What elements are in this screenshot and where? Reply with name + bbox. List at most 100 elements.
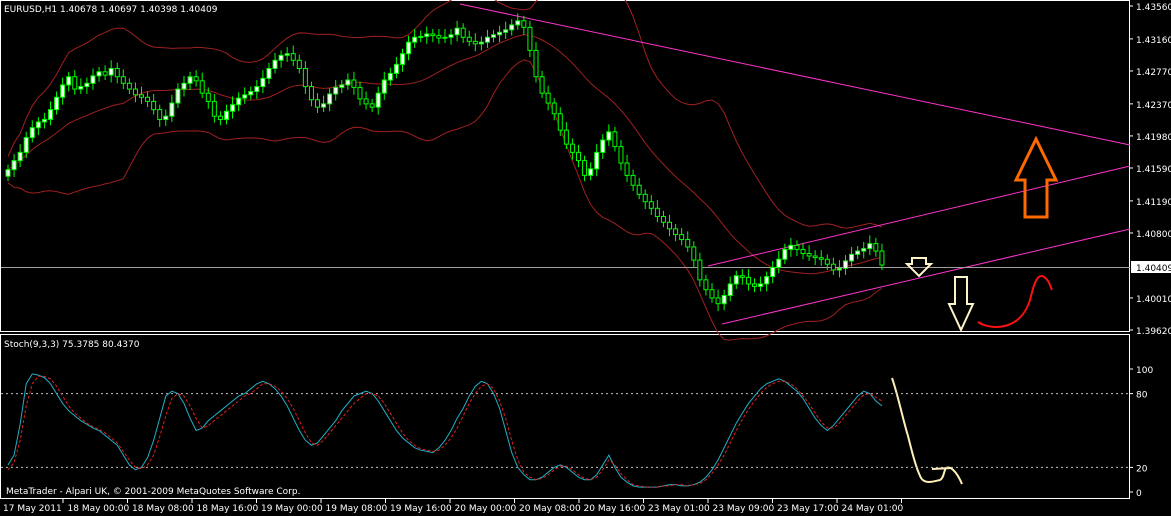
mt4-chart: 1.43560 1.43160 1.42770 1.42370 1.41980 1.415… [0,0,1171,516]
candle-body [145,96,151,102]
candle-body [618,146,624,164]
candle-body [181,82,187,90]
candle-body [545,92,551,104]
candle-body [879,250,885,266]
candle-body [211,100,217,117]
candle-body [90,75,96,84]
candle-body [794,244,800,250]
candle-body [66,76,72,86]
candle-body [867,243,873,250]
candle-body [764,276,770,285]
candle-body [466,36,472,42]
candle-body [242,94,248,99]
candle-body [72,76,78,90]
candle-body [472,40,478,45]
candle-body [406,41,412,55]
candle-body [861,248,867,252]
candle-body [751,283,757,287]
candle-body [533,49,539,78]
candle-body [806,253,812,257]
candle-body [800,248,806,255]
candle-body [387,72,393,81]
candle-body [733,275,739,285]
candle-body [351,79,357,88]
candle-body [430,33,436,37]
candle-body [102,71,108,76]
copyright-label: MetaTrader - Alpari UK, © 2001-2009 Meta… [6,487,300,497]
candle-body [636,184,642,195]
price-tick-label: 1.41980 [1136,133,1171,143]
candle-body [321,103,327,108]
price-tick-label: 1.39620 [1136,327,1171,337]
candle-body [442,36,448,39]
time-tick-label: 19 May 16:00 [390,504,452,514]
candle-body [873,243,879,252]
candle-body [855,250,861,255]
candle-body [151,100,157,111]
candle-body [691,246,697,261]
price-tick-label: 1.40010 [1136,295,1171,305]
price-tick-label: 1.41590 [1136,165,1171,175]
time-tick-label: 23 May 09:00 [713,504,775,514]
candle-body [575,151,581,162]
candle-body [551,102,557,115]
candle-body [327,93,333,105]
candle-body [824,258,830,265]
time-tick-label: 19 May 00:00 [261,504,323,514]
price-tick-label: 1.43160 [1136,36,1171,46]
time-tick-label: 20 May 00:00 [455,504,517,514]
price-tick-label: 1.41190 [1136,198,1171,208]
candle-body [454,27,460,36]
candle-body [569,143,575,153]
candle-body [484,36,490,43]
candle-body [685,239,691,248]
candle-body [660,216,666,223]
candle-body [582,160,588,176]
candle-body [60,84,66,98]
candle-body [157,109,163,120]
candle-body [527,26,533,51]
time-tick-label: 18 May 08:00 [132,504,194,514]
time-tick-label: 18 May 00:00 [68,504,130,514]
price-tick-label: 1.40800 [1136,230,1171,240]
candle-body [818,257,824,260]
candle-body [139,94,145,98]
candle-body [54,96,60,111]
candle-body [339,84,345,88]
candle-body [5,169,11,177]
candle-body [418,35,424,38]
candle-body [399,53,405,65]
candle-body [679,234,685,241]
candle-body [648,201,654,209]
candle-body [412,36,418,43]
candle-body [23,137,29,153]
candle-body [448,34,454,38]
candle-body [132,88,138,96]
candle-body [393,63,399,74]
candle-body [770,267,776,278]
candle-body [776,258,782,269]
candle-body [41,118,47,123]
candle-body [673,228,679,236]
time-tick-label: 20 May 08:00 [519,504,581,514]
time-tick-label: 23 May 17:00 [777,504,839,514]
time-tick-label: 23 May 01:00 [648,504,710,514]
candle-body [126,82,132,90]
candle-body [709,289,715,299]
candle-body [120,76,126,84]
candle-body [497,31,503,36]
candle-body [715,297,721,305]
candle-body [460,27,466,38]
candle-body [175,88,181,104]
candle-body [29,127,35,139]
candle-body [333,86,339,95]
candle-body [114,67,120,78]
price-tick-label: 1.42370 [1136,101,1171,111]
candle-body [345,79,351,86]
candle-body [478,41,484,45]
candle-body [272,59,278,69]
stoch-tick-label: 80 [1136,391,1148,401]
candle-body [266,67,272,79]
stoch-tick-label: 100 [1136,366,1153,376]
candle-body [745,276,751,285]
